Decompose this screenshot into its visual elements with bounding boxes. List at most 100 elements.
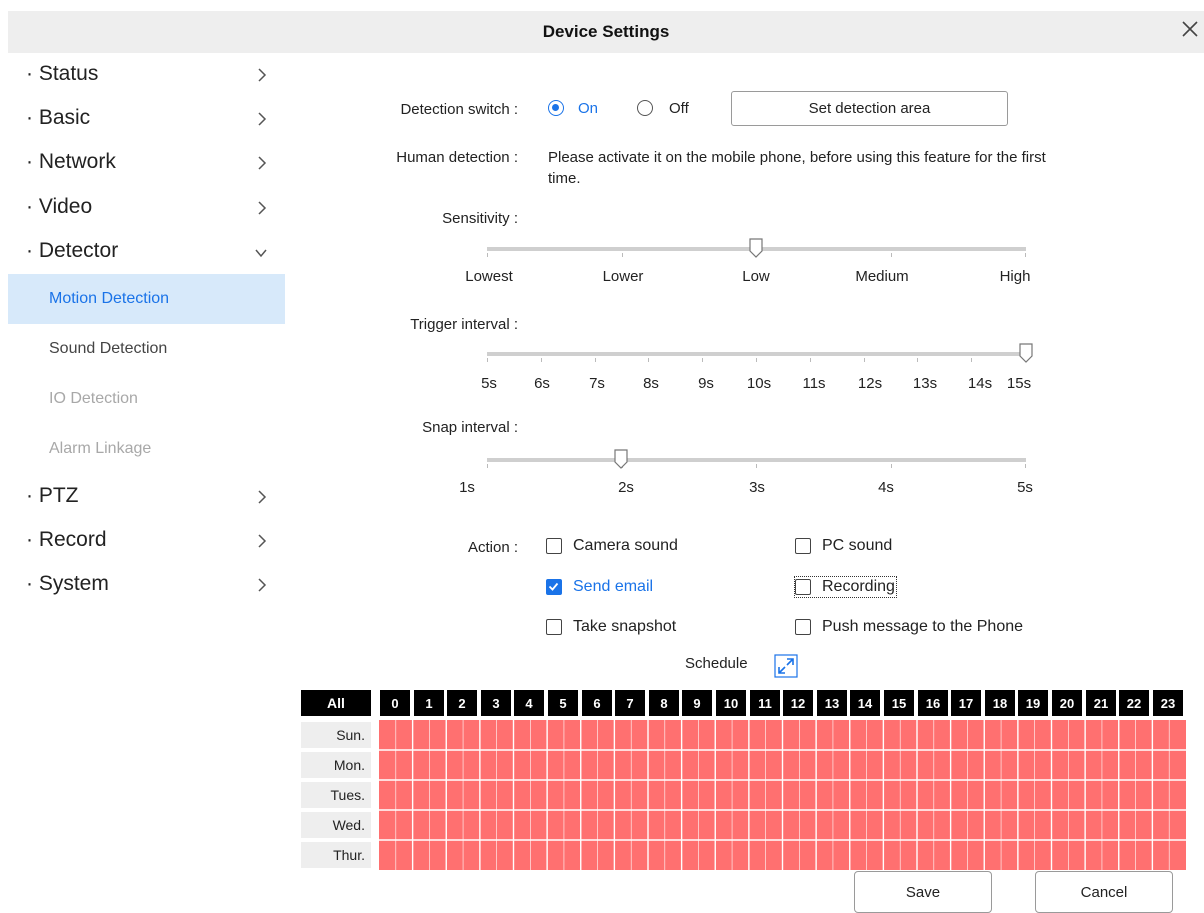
sidebar-subitem-label: IO Detection — [49, 390, 138, 407]
snap-interval-label: Snap interval : — [422, 419, 518, 436]
save-button[interactable]: Save — [854, 871, 992, 913]
schedule-hour-13[interactable]: 13 — [817, 690, 847, 716]
snap-interval-slider-thumb[interactable] — [614, 449, 628, 469]
detection-off-radio[interactable] — [637, 100, 653, 116]
slider-tick — [971, 358, 973, 362]
sidebar-item-label: · Video — [26, 195, 93, 218]
snap-tick-label: 2s — [618, 479, 634, 496]
schedule-hour-3[interactable]: 3 — [481, 690, 511, 716]
recording-label[interactable]: Recording — [794, 576, 897, 598]
sidebar-item-status[interactable]: · Status — [8, 53, 285, 97]
trigger-tick-label: 14s — [967, 375, 993, 392]
schedule-hour-8[interactable]: 8 — [649, 690, 679, 716]
slider-tick — [621, 253, 623, 257]
pc-sound-label[interactable]: PC sound — [822, 537, 892, 555]
schedule-day-mon[interactable]: Mon. — [301, 752, 371, 778]
sidebar-item-network[interactable]: · Network — [8, 141, 285, 185]
schedule-hour-1[interactable]: 1 — [414, 690, 444, 716]
set-detection-area-button[interactable]: Set detection area — [731, 91, 1008, 126]
sidebar-item-basic[interactable]: · Basic — [8, 97, 285, 141]
schedule-hour-23[interactable]: 23 — [1153, 690, 1183, 716]
schedule-hour-22[interactable]: 22 — [1119, 690, 1149, 716]
schedule-hour-9[interactable]: 9 — [682, 690, 712, 716]
schedule-day-thur[interactable]: Thur. — [301, 842, 371, 868]
sidebar-item-label: · System — [26, 572, 109, 595]
trigger-interval-slider-track[interactable] — [487, 352, 1026, 362]
schedule-hour-21[interactable]: 21 — [1086, 690, 1116, 716]
take-snapshot-checkbox[interactable] — [546, 619, 562, 635]
schedule-hour-4[interactable]: 4 — [514, 690, 544, 716]
detection-on-radio[interactable] — [548, 100, 564, 116]
schedule-hour-18[interactable]: 18 — [985, 690, 1015, 716]
schedule-day-sun[interactable]: Sun. — [301, 722, 371, 748]
schedule-hour-0[interactable]: 0 — [380, 690, 410, 716]
trigger-tick-label: 11s — [802, 375, 826, 392]
sidebar-item-label: · PTZ — [26, 484, 79, 507]
chevron-right-icon — [258, 490, 267, 504]
schedule-hour-17[interactable]: 17 — [951, 690, 981, 716]
detection-on-label[interactable]: On — [578, 100, 598, 117]
sidebar-item-video[interactable]: · Video — [8, 186, 285, 230]
sidebar-item-ptz[interactable]: · PTZ — [8, 475, 285, 519]
trigger-tick-label: 5s — [481, 375, 497, 392]
schedule-grid[interactable] — [379, 720, 1186, 870]
slider-tick — [890, 253, 892, 257]
push-message-label[interactable]: Push message to the Phone — [822, 618, 1023, 636]
slider-tick — [1025, 253, 1026, 257]
snap-interval-slider-track[interactable] — [487, 458, 1026, 468]
cancel-button[interactable]: Cancel — [1035, 871, 1173, 913]
schedule-hour-7[interactable]: 7 — [615, 690, 645, 716]
schedule-hour-20[interactable]: 20 — [1052, 690, 1082, 716]
schedule-hour-10[interactable]: 10 — [716, 690, 746, 716]
sensitivity-label: Sensitivity : — [442, 210, 518, 227]
human-detection-note-line2: time. — [548, 170, 581, 187]
sidebar-subitem-sound-detection[interactable]: Sound Detection — [8, 324, 285, 374]
close-icon[interactable] — [1178, 17, 1202, 41]
trigger-interval-slider-thumb[interactable] — [1019, 343, 1033, 363]
slider-tick — [756, 464, 757, 468]
sensitivity-tick-label: Lowest — [465, 268, 513, 285]
schedule-hour-14[interactable]: 14 — [850, 690, 880, 716]
schedule-hour-6[interactable]: 6 — [582, 690, 612, 716]
schedule-day-tues[interactable]: Tues. — [301, 782, 371, 808]
schedule-hour-16[interactable]: 16 — [918, 690, 948, 716]
slider-tick — [863, 358, 865, 362]
sidebar-item-detector[interactable]: · Detector — [8, 230, 285, 274]
sidebar-subitem-io-detection: IO Detection — [8, 374, 285, 424]
camera-sound-checkbox[interactable] — [546, 538, 562, 554]
send-email-checkbox[interactable] — [546, 579, 562, 595]
trigger-tick-label: 7s — [589, 375, 605, 392]
pc-sound-checkbox[interactable] — [795, 538, 811, 554]
human-detection-label: Human detection : — [396, 149, 518, 166]
sensitivity-tick-label: Medium — [855, 268, 909, 285]
schedule-hour-5[interactable]: 5 — [548, 690, 578, 716]
trigger-tick-label: 15s — [1006, 375, 1032, 392]
schedule-hour-19[interactable]: 19 — [1018, 690, 1048, 716]
sidebar-item-label: · Basic — [26, 106, 91, 129]
sensitivity-slider-thumb[interactable] — [749, 238, 763, 258]
sidebar-subitem-motion-detection[interactable]: Motion Detection — [8, 274, 285, 324]
push-message-checkbox[interactable] — [795, 619, 811, 635]
schedule-hour-2[interactable]: 2 — [447, 690, 477, 716]
sidebar-item-system[interactable]: · System — [8, 563, 285, 607]
schedule-all-button[interactable]: All — [301, 690, 371, 716]
sidebar-item-label: · Network — [26, 150, 116, 173]
schedule-hour-11[interactable]: 11 — [750, 690, 780, 716]
schedule-hour-15[interactable]: 15 — [884, 690, 914, 716]
sidebar-item-record[interactable]: · Record — [8, 519, 285, 563]
send-email-label[interactable]: Send email — [573, 578, 653, 596]
detection-off-label[interactable]: Off — [669, 100, 689, 117]
human-detection-note-line1: Please activate it on the mobile phone, … — [548, 149, 1046, 166]
slider-tick — [890, 464, 892, 468]
schedule-day-wed[interactable]: Wed. — [301, 812, 371, 838]
sidebar-item-label: · Status — [26, 62, 99, 85]
schedule-hour-12[interactable]: 12 — [783, 690, 813, 716]
slider-tick — [487, 464, 488, 468]
slider-tick — [809, 358, 811, 362]
expand-icon[interactable] — [774, 654, 798, 678]
take-snapshot-label[interactable]: Take snapshot — [573, 618, 676, 636]
sidebar-subitem-alarm-linkage: Alarm Linkage — [8, 424, 285, 474]
camera-sound-label[interactable]: Camera sound — [573, 537, 678, 555]
slider-tick — [702, 358, 704, 362]
trigger-tick-label: 13s — [912, 375, 938, 392]
